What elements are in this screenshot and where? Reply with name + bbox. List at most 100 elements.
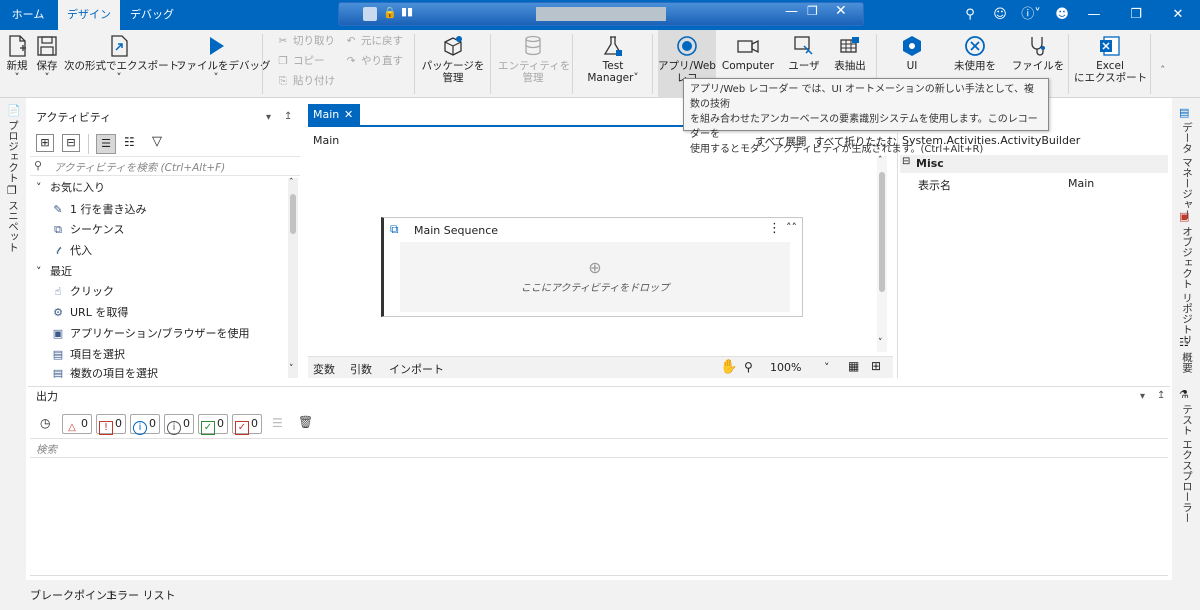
trash-icon[interactable]: 🗑	[298, 415, 313, 429]
paste-button[interactable]: ⎘ 貼り付け	[276, 72, 335, 90]
designer-scrollbar[interactable]: ˆ ˅	[877, 156, 887, 352]
dropdown-icon[interactable]: ▾	[266, 112, 271, 123]
feedback-icon[interactable]: ☺	[988, 0, 1012, 30]
hand-icon[interactable]: ✋	[720, 359, 737, 375]
object-repository-tab[interactable]: オブジェクト リポジトリ	[1180, 226, 1195, 345]
tab-debug[interactable]: デバッグ	[122, 0, 182, 30]
scrollbar-thumb[interactable]	[879, 172, 885, 292]
pin-icon[interactable]: ↥	[284, 111, 292, 122]
list-item[interactable]: ☝ クリック	[50, 282, 114, 302]
window-restore-icon[interactable]: ❐	[1124, 0, 1148, 30]
trace-filter[interactable]: i0	[164, 414, 194, 435]
activities-search[interactable]: ⚲ アクティビティを検索 (Ctrl+Alt+F)	[30, 156, 300, 176]
export-to-excel-button[interactable]: Excel にエクスポート	[1074, 30, 1147, 98]
zoom-select[interactable]: 100%	[770, 361, 801, 374]
list-view-icon[interactable]: ☰	[96, 134, 116, 154]
select-item-icon: ▤	[52, 348, 64, 361]
activities-search-input[interactable]: アクティビティを検索 (Ctrl+Alt+F)	[54, 160, 225, 175]
list-item[interactable]: ✎ 1 行を書き込み	[50, 200, 146, 220]
overview-icon[interactable]: ⊞	[871, 359, 881, 373]
close-icon[interactable]: ✕	[835, 3, 847, 19]
property-row[interactable]: 表示名 Main	[900, 175, 1168, 193]
collapse-sequence-icon[interactable]: ˄˄	[786, 221, 797, 234]
redo-button[interactable]: ↷ やり直す	[344, 52, 403, 70]
restore-icon[interactable]: ❐	[807, 4, 818, 18]
scroll-down-icon[interactable]: ˅	[289, 364, 294, 374]
save-button[interactable]: 保存 ˅	[32, 30, 62, 98]
tree-group-recent[interactable]: ˅ 最近	[36, 262, 72, 282]
search-icon[interactable]: ⚲	[958, 0, 982, 30]
close-tab-icon[interactable]: ✕	[344, 104, 353, 125]
test-explorer-tab[interactable]: テスト エクスプローラー	[1180, 404, 1195, 523]
tab-main[interactable]: Main ✕	[308, 104, 360, 125]
tab-design[interactable]: デザイン	[58, 0, 120, 30]
minimize-icon[interactable]: —	[785, 4, 798, 19]
verify-filter[interactable]: ✓ 0	[232, 414, 262, 435]
window-caption: 🔒 ▮▮ — ❐ ✕	[338, 2, 864, 26]
scroll-up-icon[interactable]: ˆ	[289, 178, 294, 188]
chevron-down-icon: ˅	[116, 72, 122, 84]
expand-all-icon[interactable]: ⊞	[36, 134, 54, 152]
output-search-input[interactable]: 検索	[36, 442, 57, 457]
output-search[interactable]: 検索	[30, 438, 1168, 458]
divider	[652, 34, 653, 94]
manage-entities-button[interactable]: エンティティを 管理	[498, 30, 570, 98]
list-item[interactable]: ▣ アプリケーション/ブラウザーを使用	[50, 324, 250, 344]
window-minimize-icon[interactable]: —	[1082, 0, 1106, 30]
help-icon[interactable]: ⓘ˅	[1016, 0, 1046, 30]
list-item[interactable]: ▤ 項目を選択	[50, 345, 125, 365]
table-icon	[838, 34, 862, 58]
ribbon-collapse-icon[interactable]: ˆ	[1160, 64, 1166, 77]
cut-button[interactable]: ✂ 切り取り	[276, 32, 335, 50]
more-options-icon[interactable]: ⋮	[768, 221, 781, 236]
copy-button[interactable]: ❐ コピー	[276, 52, 324, 70]
pin-icon[interactable]: ↥	[1157, 390, 1165, 401]
list-item[interactable]: 𝓉 代入	[50, 241, 92, 261]
project-panel-tab[interactable]: プロジェクト	[6, 120, 21, 183]
collapse-category-icon[interactable]: ⊟	[902, 156, 910, 167]
variables-tab[interactable]: 変数	[313, 361, 335, 377]
data-manager-tab[interactable]: データ マネージャー	[1180, 122, 1195, 220]
success-filter[interactable]: ✓ 0	[198, 414, 228, 435]
errors-filter[interactable]: △ 0	[62, 414, 92, 434]
tree-group-favorites[interactable]: ˅ お気に入り	[36, 178, 105, 198]
details-view-icon[interactable]: ☷	[124, 135, 135, 149]
outline-tab[interactable]: 概要	[1180, 352, 1195, 373]
export-as-button[interactable]: 次の形式でエクスポート: ˅	[64, 30, 183, 98]
test-manager-button[interactable]: Test Manager˅	[580, 30, 646, 98]
collapse-all-icon[interactable]: ⊟	[62, 134, 80, 152]
filter-icon[interactable]: ▽	[152, 134, 162, 149]
error-list-tab[interactable]: エラー リスト	[106, 587, 176, 603]
dropdown-icon[interactable]: ▾	[1140, 391, 1145, 402]
debug-file-button[interactable]: ファイルをデバッグ ˅	[176, 30, 271, 98]
list-item[interactable]: ▤ 複数の項目を選択	[50, 366, 158, 378]
manage-packages-button[interactable]: パッケージを 管理	[420, 30, 486, 98]
window-close-icon[interactable]: ✕	[1166, 0, 1190, 30]
snippets-panel-tab[interactable]: スニペット	[6, 200, 21, 253]
scroll-up-icon[interactable]: ˆ	[878, 156, 883, 166]
list-item[interactable]: ⚙ URL を取得	[50, 303, 128, 323]
save-icon	[35, 34, 59, 58]
chevron-down-icon[interactable]: ˅	[824, 361, 830, 374]
scrollbar-thumb[interactable]	[290, 194, 296, 234]
clock-icon[interactable]: ◷	[40, 416, 50, 430]
properties-category[interactable]: ⊟ Misc	[900, 155, 1168, 173]
activities-scrollbar[interactable]: ˆ ˅	[288, 178, 298, 378]
breadcrumb[interactable]: Main	[313, 134, 339, 147]
breakpoints-tab[interactable]: ブレークポイント	[30, 587, 118, 603]
fit-screen-icon[interactable]: ▦	[848, 359, 859, 373]
verify-icon: ✓	[235, 421, 249, 435]
main-sequence[interactable]: ⧉ Main Sequence ⋮ ˄˄ ⊕ ここにアクティビティをドロップ	[381, 217, 803, 317]
zoom-icon[interactable]: ⚲	[744, 360, 753, 374]
info-filter[interactable]: i0	[130, 414, 160, 435]
scroll-down-icon[interactable]: ˅	[878, 338, 883, 348]
list-item[interactable]: ⧉ シーケンス	[50, 220, 124, 240]
undo-button[interactable]: ↶ 元に戻す	[344, 32, 403, 50]
warnings-filter[interactable]: ! 0	[96, 414, 126, 435]
tab-home[interactable]: ホーム	[0, 0, 56, 30]
imports-tab[interactable]: インポート	[389, 361, 444, 377]
arguments-tab[interactable]: 引数	[350, 361, 372, 377]
drop-zone[interactable]: ⊕ ここにアクティビティをドロップ	[400, 242, 790, 312]
new-button[interactable]: 新規 ˅	[2, 30, 32, 98]
avatar[interactable]: ☻	[1050, 0, 1074, 30]
